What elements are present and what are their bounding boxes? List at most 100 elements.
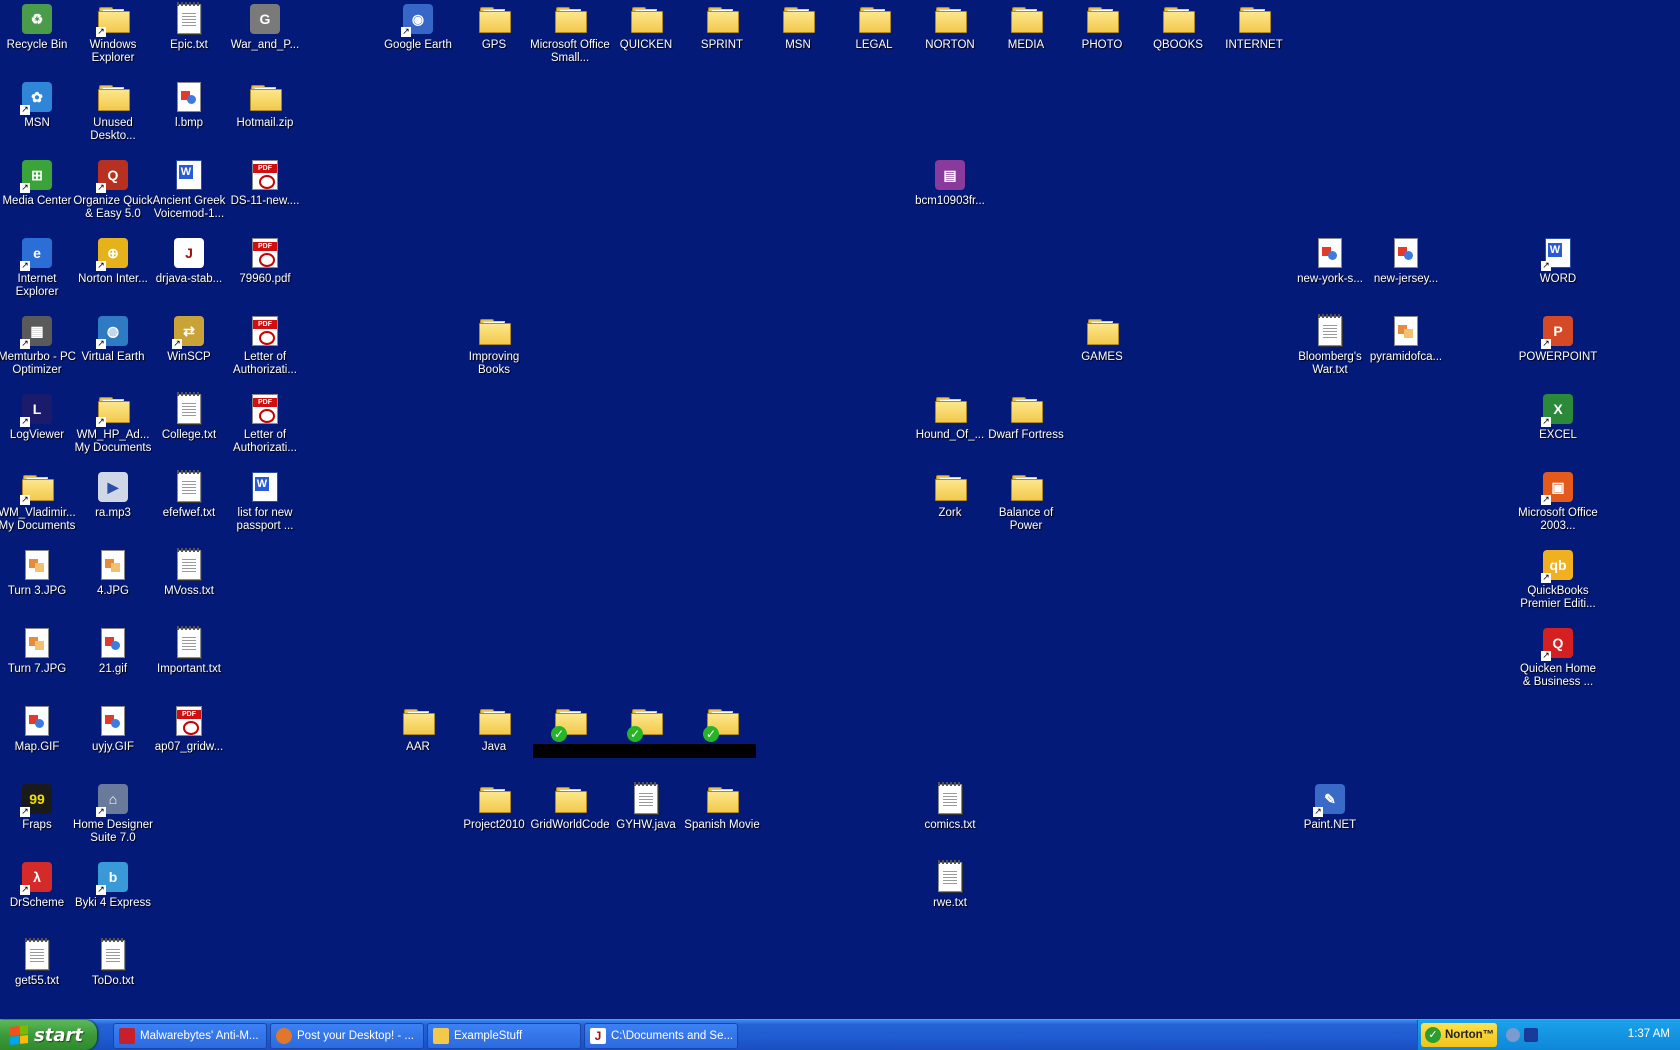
- desktop-icon[interactable]: ToDo.txt: [75, 938, 151, 988]
- norton-tray-button[interactable]: ✓ Norton™: [1421, 1023, 1497, 1047]
- desktop-icon[interactable]: ♻ Recycle Bin: [0, 2, 75, 52]
- desktop-icon[interactable]: Wlist for new passport ...: [227, 470, 303, 533]
- desktop-icon[interactable]: Microsoft Office Small...: [530, 2, 610, 65]
- desktop-icon[interactable]: Balance of Power: [988, 470, 1064, 533]
- desktop-icon[interactable]: Turn 7.JPG: [0, 626, 75, 676]
- desktop-icon[interactable]: Important.txt: [151, 626, 227, 676]
- desktop-icon[interactable]: Hotmail.zip: [227, 80, 303, 130]
- desktop-icon[interactable]: Hound_Of_...: [912, 392, 988, 442]
- desktop-icon[interactable]: 4.JPG: [75, 548, 151, 598]
- desktop-icon[interactable]: GYHW.java: [608, 782, 684, 832]
- desktop-icon[interactable]: NORTON: [912, 2, 988, 52]
- desktop-icon[interactable]: AAR: [380, 704, 456, 754]
- desktop-icon[interactable]: ▦Memturbo - PC Optimizer: [0, 314, 76, 377]
- desktop-icon[interactable]: WM_HP_Ad... My Documents: [75, 392, 151, 455]
- start-button[interactable]: start: [0, 1020, 97, 1050]
- desktop-icon[interactable]: PDF 79960.pdf: [227, 236, 303, 286]
- desktop-icon[interactable]: new-jersey...: [1368, 236, 1444, 286]
- desktop-icon[interactable]: ⌂Home Designer Suite 7.0: [73, 782, 153, 845]
- desktop-icon[interactable]: INTERNET: [1216, 2, 1292, 52]
- taskbar-button-malwarebytes[interactable]: Malwarebytes' Anti-M...: [113, 1023, 267, 1049]
- desktop-icon[interactable]: 99 Fraps: [0, 782, 75, 832]
- desktop-icon[interactable]: ✓: [608, 704, 684, 742]
- desktop-icon[interactable]: ◉ Google Earth: [380, 2, 456, 52]
- desktop-icon[interactable]: rwe.txt: [912, 860, 988, 910]
- desktop-icon[interactable]: GAMES: [1064, 314, 1140, 364]
- desktop-icon[interactable]: QOrganize Quick & Easy 5.0: [73, 158, 153, 221]
- desktop-icon[interactable]: Dwarf Fortress: [988, 392, 1064, 442]
- desktop-icon[interactable]: l.bmp: [151, 80, 227, 130]
- desktop-icon[interactable]: PDF Letter of Authorizati...: [227, 314, 303, 377]
- desktop-icon[interactable]: ◍ Virtual Earth: [75, 314, 151, 364]
- winrar-icon: ▤: [933, 158, 967, 192]
- desktop-icon[interactable]: ✓: [532, 704, 608, 742]
- desktop-icon[interactable]: QUICKEN: [608, 2, 684, 52]
- clock[interactable]: 1:37 AM: [1628, 1028, 1670, 1040]
- taskbar-button-documents[interactable]: J C:\Documents and Se...: [584, 1023, 738, 1049]
- desktop-icon[interactable]: Windows Explorer: [75, 2, 151, 65]
- desktop-icon[interactable]: Zork: [912, 470, 988, 520]
- desktop-icon[interactable]: ⇄ WinSCP: [151, 314, 227, 364]
- desktop-icon[interactable]: Bloomberg's War.txt: [1292, 314, 1368, 377]
- desktop-icon[interactable]: ✿ MSN: [0, 80, 75, 130]
- desktop-icon[interactable]: Map.GIF: [0, 704, 75, 754]
- desktop-icon[interactable]: Turn 3.JPG: [0, 548, 75, 598]
- desktop-icon[interactable]: PDF ap07_gridw...: [151, 704, 227, 754]
- desktop-icon[interactable]: Jdrjava-stab...: [151, 236, 227, 286]
- desktop-icon[interactable]: ▣Microsoft Office 2003...: [1518, 470, 1598, 533]
- desktop-icon[interactable]: Project2010: [456, 782, 532, 832]
- desktop-icon[interactable]: WM_Vladimir... My Documents: [0, 470, 76, 533]
- desktop-icon-label: WORD: [1539, 273, 1577, 285]
- desktop-icon[interactable]: comics.txt: [912, 782, 988, 832]
- desktop-icon[interactable]: Spanish Movie: [684, 782, 760, 832]
- desktop-icon[interactable]: G War_and_P...: [227, 2, 303, 52]
- desktop-icon[interactable]: MEDIA: [988, 2, 1064, 52]
- back-arrow-icon[interactable]: [1506, 1028, 1520, 1042]
- desktop-icon[interactable]: uyjy.GIF: [75, 704, 151, 754]
- desktop-icon[interactable]: efefwef.txt: [151, 470, 227, 520]
- desktop-icon[interactable]: Unused Deskto...: [75, 80, 151, 143]
- desktop-icon[interactable]: LEGAL: [836, 2, 912, 52]
- desktop-icon[interactable]: GridWorldCode: [530, 782, 610, 832]
- taskbar-button-firefox[interactable]: Post your Desktop! - ...: [270, 1023, 424, 1049]
- desktop-icon[interactable]: GPS: [456, 2, 532, 52]
- desktop-icon[interactable]: SPRINT: [684, 2, 760, 52]
- desktop-icon[interactable]: Epic.txt: [151, 2, 227, 52]
- desktop-icon[interactable]: PHOTO: [1064, 2, 1140, 52]
- desktop-icon[interactable]: College.txt: [151, 392, 227, 442]
- desktop-icon[interactable]: ✎ Paint.NET: [1292, 782, 1368, 832]
- desktop-icon[interactable]: PDF Letter of Authorizati...: [227, 392, 303, 455]
- desktop-icon[interactable]: ▶ ra.mp3: [75, 470, 151, 520]
- desktop-icon[interactable]: QQuicken Home & Business ...: [1520, 626, 1596, 689]
- desktop-icon[interactable]: MVoss.txt: [151, 548, 227, 598]
- desktop-icon[interactable]: new-york-s...: [1292, 236, 1368, 286]
- desktop-icon[interactable]: P POWERPOINT: [1519, 314, 1597, 364]
- desktop-icon[interactable]: QBOOKS: [1140, 2, 1216, 52]
- tray-app-icon[interactable]: [1524, 1028, 1538, 1042]
- desktop-icon[interactable]: Java: [456, 704, 532, 754]
- taskbar-button-examplestuff[interactable]: ExampleStuff: [427, 1023, 581, 1049]
- desktop-icon[interactable]: ✓: [684, 704, 760, 742]
- desktop-icon[interactable]: ⊕ Norton Inter...: [75, 236, 151, 286]
- pdf-file-icon: PDF: [248, 314, 282, 348]
- desktop-icon[interactable]: b Byki 4 Express: [75, 860, 151, 910]
- image-file-icon: [96, 626, 130, 660]
- desktop-icon[interactable]: pyramidofca...: [1368, 314, 1444, 364]
- desktop-icon[interactable]: ▤ bcm10903fr...: [912, 158, 988, 208]
- desktop-icon[interactable]: Improving Books: [456, 314, 532, 377]
- desktop-icon[interactable]: 21.gif: [75, 626, 151, 676]
- desktop-icon[interactable]: get55.txt: [0, 938, 75, 988]
- desktop-icon[interactable]: qbQuickBooks Premier Editi...: [1520, 548, 1596, 611]
- folder-icon: [477, 314, 511, 348]
- desktop-icon-label: QuickBooks Premier Editi...: [1520, 585, 1596, 610]
- desktop-icon[interactable]: L LogViewer: [0, 392, 75, 442]
- desktop-icon[interactable]: eInternet Explorer: [0, 236, 75, 299]
- desktop-icon[interactable]: X EXCEL: [1520, 392, 1596, 442]
- desktop-icon-label: QBOOKS: [1153, 39, 1203, 51]
- desktop-icon[interactable]: PDF DS-11-new....: [227, 158, 303, 208]
- desktop-icon[interactable]: λ DrScheme: [0, 860, 75, 910]
- desktop-icon[interactable]: MSN: [760, 2, 836, 52]
- desktop-icon[interactable]: W WORD: [1520, 236, 1596, 286]
- desktop-icon[interactable]: ⊞ Media Center: [0, 158, 75, 208]
- desktop-icon[interactable]: W Ancient Greek Voicemod-1...: [151, 158, 227, 221]
